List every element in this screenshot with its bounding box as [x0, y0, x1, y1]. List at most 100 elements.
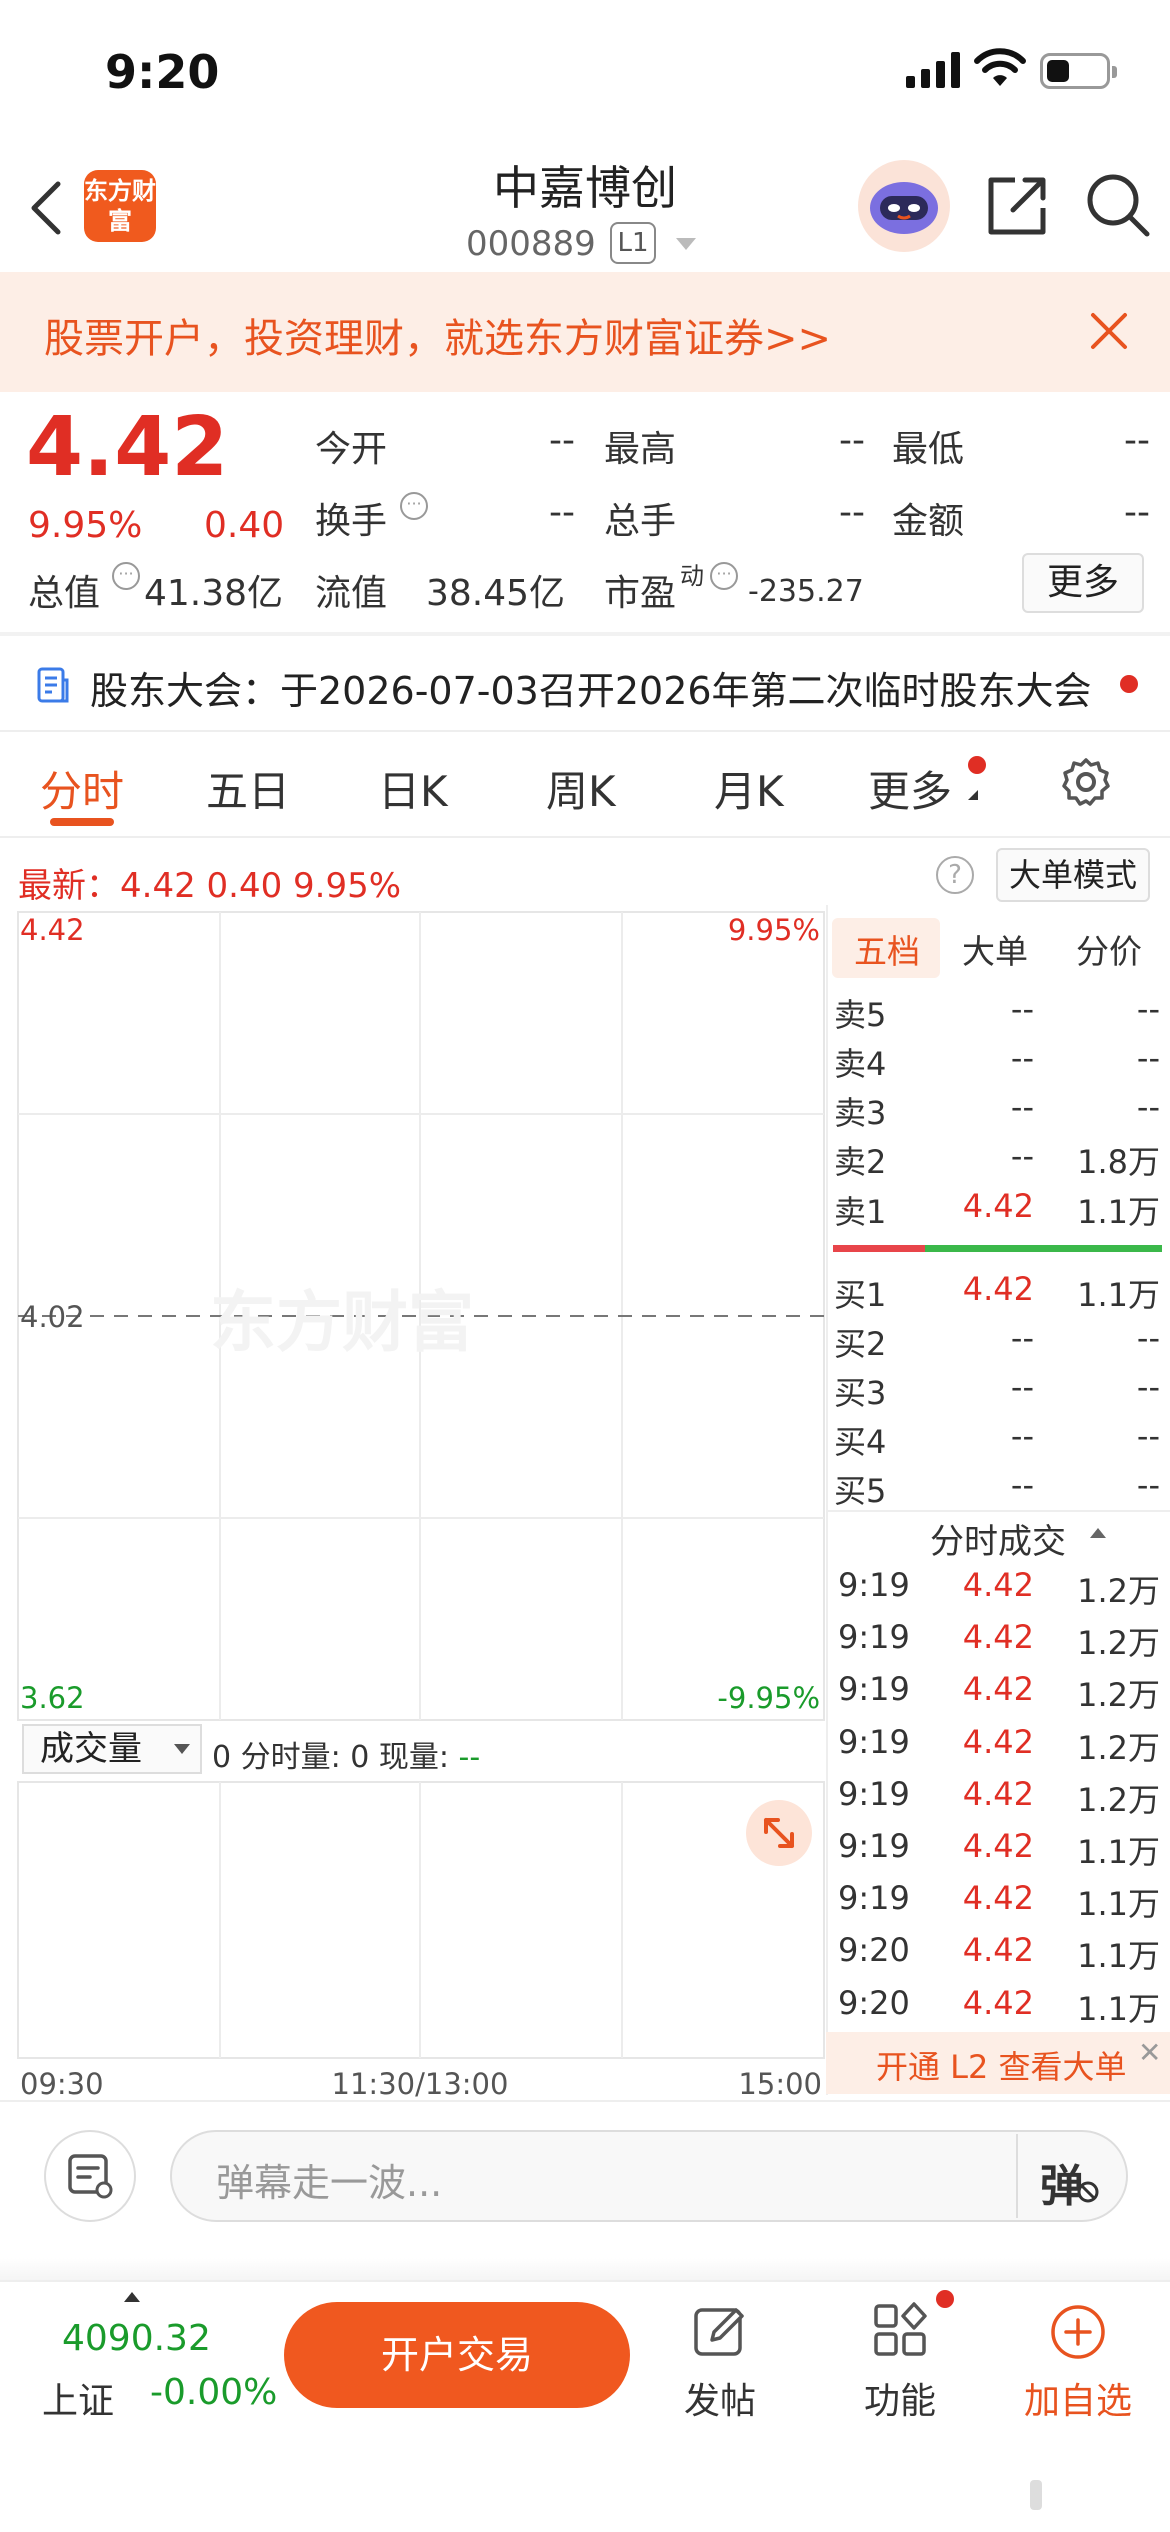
turnover-info-icon[interactable]: ··· [400, 492, 428, 520]
spread-bar-buy [925, 1245, 1162, 1252]
functions-button[interactable]: 功能 [830, 2300, 970, 2422]
close-icon[interactable]: ✕ [1138, 2036, 1161, 2069]
scroll-fade [0, 2258, 1170, 2282]
help-icon[interactable]: ? [936, 856, 974, 894]
cellular-signal-icon [906, 52, 960, 88]
ask-volume: 1.1万 [1077, 1193, 1160, 1231]
expand-icon [764, 1818, 794, 1848]
tab-weekly-k[interactable]: 周K [546, 758, 616, 819]
back-arrow-icon[interactable] [28, 180, 64, 236]
chevron-up-icon[interactable] [124, 2292, 140, 2302]
danmaku-placeholder[interactable]: 弹幕走一波... [216, 2152, 442, 2207]
tab-more[interactable]: 更多 [868, 758, 952, 819]
active-tab-indicator [50, 818, 114, 826]
low-value: -- [1124, 420, 1150, 461]
tab-five-levels[interactable]: 五档 [854, 925, 920, 973]
tick-time: 9:19 [838, 1722, 910, 1761]
tab-big-orders[interactable]: 大单 [962, 925, 1028, 973]
notice-text[interactable]: 股东大会：于2026-07-03召开2026年第二次临时股东大会 [90, 660, 1092, 715]
chevron-down-icon[interactable] [174, 1744, 190, 1754]
post-button[interactable]: 发帖 [650, 2300, 790, 2422]
divider [0, 730, 1170, 732]
tick-price: 4.42 [962, 1774, 1034, 1813]
level-badge[interactable]: L1 [610, 222, 656, 264]
pe-label: 市盈 [604, 573, 677, 614]
tick-time: 9:19 [838, 1566, 910, 1604]
more-button[interactable]: 更多 [1022, 553, 1144, 613]
time-axis-start: 09:30 [20, 2067, 104, 2101]
divider [0, 632, 1170, 636]
no-icon [1077, 2181, 1099, 2203]
tab-monthly-k[interactable]: 月K [714, 758, 784, 819]
big-order-mode-button[interactable]: 大单模式 [996, 848, 1150, 902]
promo-banner-text[interactable]: 股票开户，投资理财，就选东方财富证券>> [44, 306, 831, 364]
tick-price: 4.42 [962, 1931, 1034, 1970]
ask-volume: -- [1136, 990, 1160, 1028]
chevron-up-icon[interactable] [1090, 1528, 1106, 1538]
note-settings-icon [68, 2154, 113, 2199]
market-cap-label: 总值 [28, 573, 101, 614]
post-label: 发帖 [683, 2381, 756, 2422]
robot-assistant-icon[interactable] [858, 160, 950, 252]
ask-volume: 1.8万 [1077, 1143, 1160, 1181]
index-name[interactable]: 上证 [42, 2372, 114, 2424]
tab-more-dot [968, 756, 986, 774]
tick-time: 9:19 [838, 1827, 910, 1865]
open-account-trade-button[interactable]: 开户交易 [284, 2302, 630, 2408]
tick-volume: 1.1万 [1077, 1833, 1160, 1871]
latest-quote-line: 最新：4.42 0.40 9.95% [18, 866, 402, 906]
tick-price: 4.42 [962, 1618, 1034, 1657]
ask-price: -- [1010, 1039, 1034, 1077]
tick-trades-title[interactable]: 分时成交 [930, 1514, 1066, 1563]
note-button[interactable] [44, 2130, 136, 2222]
ask-price: 4.42 [962, 1187, 1034, 1225]
tab-daily-k[interactable]: 日K [378, 758, 448, 819]
price-axis-top: 4.42 [20, 913, 85, 947]
close-icon[interactable] [1088, 310, 1130, 352]
bid-volume: 1.1万 [1077, 1276, 1160, 1314]
tick-volume: 1.1万 [1077, 1989, 1160, 2028]
settings-gear-icon[interactable] [1060, 756, 1112, 808]
tick-price: 4.42 [962, 1722, 1034, 1761]
stock-code: 000889 [466, 224, 596, 264]
pct-axis-top: 9.95% [728, 913, 820, 947]
amount-value: -- [1124, 492, 1150, 533]
notice-unread-dot [1120, 675, 1138, 693]
tab-five-day[interactable]: 五日 [206, 758, 290, 819]
intraday-chart[interactable]: 东方财富 4.42 9.95% 4.02 3.62 -9.95% 09:30 1… [0, 905, 826, 2105]
index-value[interactable]: 4090.32 [62, 2318, 211, 2359]
l2-upgrade-text[interactable]: 开通 L2 查看大单 [876, 2042, 1127, 2088]
expand-chart-button[interactable] [746, 1800, 812, 1866]
tab-intraday[interactable]: 分时 [40, 758, 124, 819]
bid-level-label: 买3 [834, 1374, 887, 1412]
high-label: 最高 [604, 429, 677, 470]
tab-more-indicator-icon [968, 790, 978, 800]
functions-notification-dot [936, 2290, 954, 2308]
open-value: -- [549, 420, 575, 461]
edit-post-icon [694, 2308, 744, 2356]
add-watchlist-button[interactable]: 加自选 [1008, 2300, 1148, 2422]
index-change[interactable]: -0.00% [150, 2372, 277, 2413]
tick-volume: 1.2万 [1077, 1624, 1160, 1663]
tab-price-distribution[interactable]: 分价 [1076, 925, 1142, 973]
tick-volume: 1.1万 [1077, 1885, 1160, 1924]
search-icon[interactable] [1085, 172, 1151, 238]
ask-price: -- [1010, 990, 1034, 1028]
divider [1016, 2134, 1018, 2218]
divider [0, 2280, 1170, 2282]
wifi-icon [974, 48, 1026, 86]
market-cap-info-icon[interactable]: ··· [112, 562, 140, 590]
pe-info-icon[interactable]: ··· [710, 562, 738, 590]
tick-time: 9:19 [838, 1879, 910, 1918]
scroll-indicator [1030, 2480, 1042, 2510]
ask-level-label: 卖5 [834, 996, 887, 1034]
bid-volume: -- [1136, 1417, 1160, 1455]
price-axis-bottom: 3.62 [20, 1681, 85, 1715]
share-icon[interactable] [985, 174, 1049, 238]
level-dropdown-icon[interactable] [676, 238, 696, 250]
bid-price: 4.42 [962, 1270, 1034, 1308]
bid-level-label: 买2 [834, 1325, 887, 1363]
bid-volume: -- [1136, 1368, 1160, 1406]
grid-functions-icon [874, 2302, 927, 2356]
price-axis-mid: 4.02 [20, 1300, 85, 1334]
